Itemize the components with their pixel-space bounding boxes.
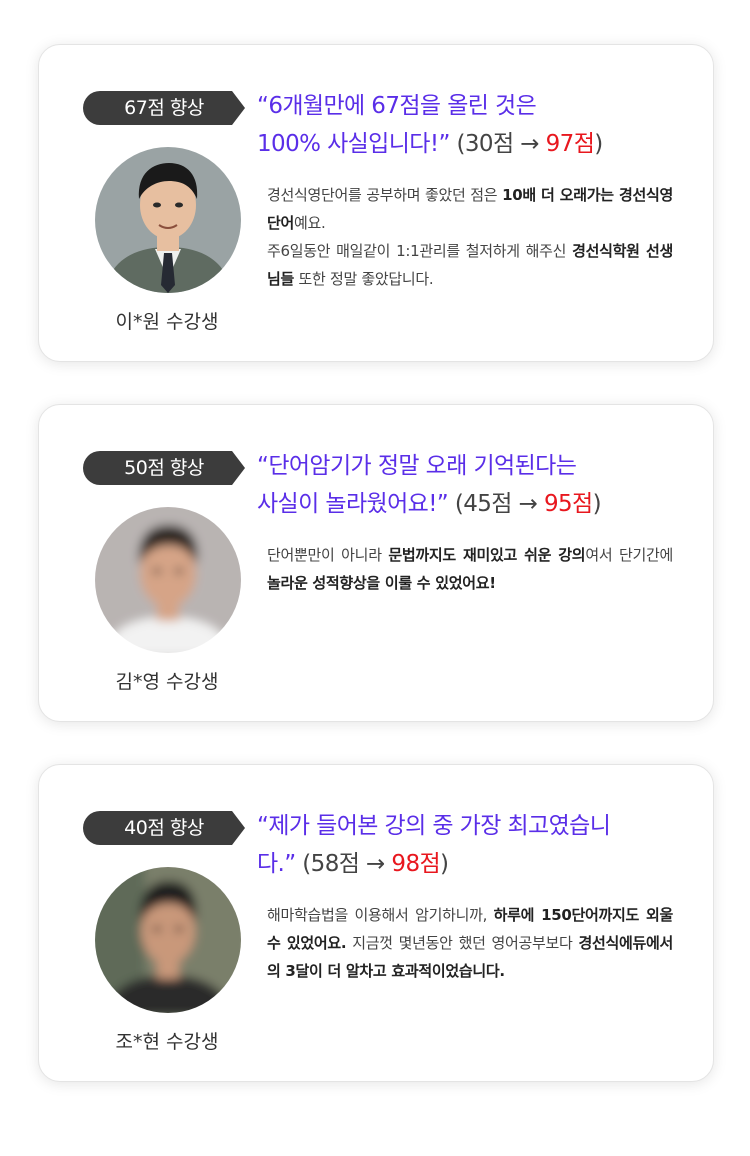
score-close: )	[440, 851, 449, 877]
student-name: 이*원 수강생	[115, 311, 219, 333]
headline-line-1: “6개월만에 67점을 올린 것은	[257, 93, 537, 119]
student-photo	[95, 867, 241, 1013]
avatar	[95, 867, 241, 1013]
testimonial-card: 67점 향상 이*원 수강생 “6개월만에 67점을 올린 것은 100% 사실…	[38, 44, 714, 362]
score-before: (45점 →	[448, 491, 544, 517]
body-segment: 예요.	[294, 214, 326, 232]
body-segment: 주6일동안 매일같이 1:1관리를 철저하게 해주신	[267, 242, 573, 260]
score-after: 98점	[391, 851, 441, 877]
score-after: 95점	[543, 491, 593, 517]
student-photo	[95, 507, 241, 653]
body-segment: 여서 단기간에	[585, 546, 673, 564]
student-name: 조*현 수강생	[115, 1031, 219, 1053]
headline-line-1: “제가 들어본 강의 중 가장 최고였습니	[257, 813, 611, 839]
score-close: )	[594, 131, 603, 157]
headline-line-2: 사실이 놀라웠어요!”	[257, 491, 449, 517]
score-increase-badge: 67점 향상	[83, 91, 245, 125]
score-increase-badge: 40점 향상	[83, 811, 245, 845]
student-name: 김*영 수강생	[115, 671, 219, 693]
testimonial-headline: “제가 들어본 강의 중 가장 최고였습니 다.” (58점 → 98점)	[257, 807, 687, 883]
score-after: 97점	[545, 131, 595, 157]
testimonial-card: 50점 향상 김*영 수강생 “단어암기가 정말 오래 기억된다는 사실이 놀라…	[38, 404, 714, 722]
score-close: )	[592, 491, 602, 517]
avatar	[95, 147, 241, 293]
testimonial-headline: “6개월만에 67점을 올린 것은 100% 사실입니다!” (30점 → 97…	[257, 87, 687, 163]
headline-line-2: 다.”	[257, 851, 296, 877]
student-photo	[95, 147, 241, 293]
score-increase-badge: 50점 향상	[83, 451, 245, 485]
body-segment: 단어뿐만이 아니라	[267, 546, 389, 564]
headline-line-2: 100% 사실입니다!”	[257, 131, 450, 157]
score-before: (30점 →	[449, 131, 546, 157]
body-segment: 해마학습법을 이용해서 암기하니까,	[267, 906, 494, 924]
body-segment: 지금껏 몇년동안 했던 영어공부보다	[346, 934, 579, 952]
testimonial-body: 해마학습법을 이용해서 암기하니까, 하루에 150단어까지도 외울 수 있었어…	[267, 901, 673, 985]
testimonial-card: 40점 향상 조*현 수강생 “제가 들어본 강의 중 가장 최고였습니 다.”…	[38, 764, 714, 1082]
testimonial-headline: “단어암기가 정말 오래 기억된다는 사실이 놀라웠어요!” (45점 → 95…	[257, 447, 687, 523]
body-segment: 문법까지도 재미있고 쉬운 강의	[388, 546, 586, 564]
headline-line-1: “단어암기가 정말 오래 기억된다는	[257, 453, 577, 479]
avatar	[95, 507, 241, 653]
body-segment: 놀라운 성적향상을 이룰 수 있었어요!	[267, 574, 496, 592]
body-segment: 경선식영단어를 공부하며 좋았던 점은	[267, 186, 503, 204]
testimonial-body: 단어뿐만이 아니라 문법까지도 재미있고 쉬운 강의여서 단기간에 놀라운 성적…	[267, 541, 673, 597]
testimonial-body: 경선식영단어를 공부하며 좋았던 점은 10배 더 오래가는 경선식영단어예요.…	[267, 181, 673, 293]
score-before: (58점 →	[295, 851, 392, 877]
body-segment: 또한 정말 좋았답니다.	[294, 270, 434, 288]
